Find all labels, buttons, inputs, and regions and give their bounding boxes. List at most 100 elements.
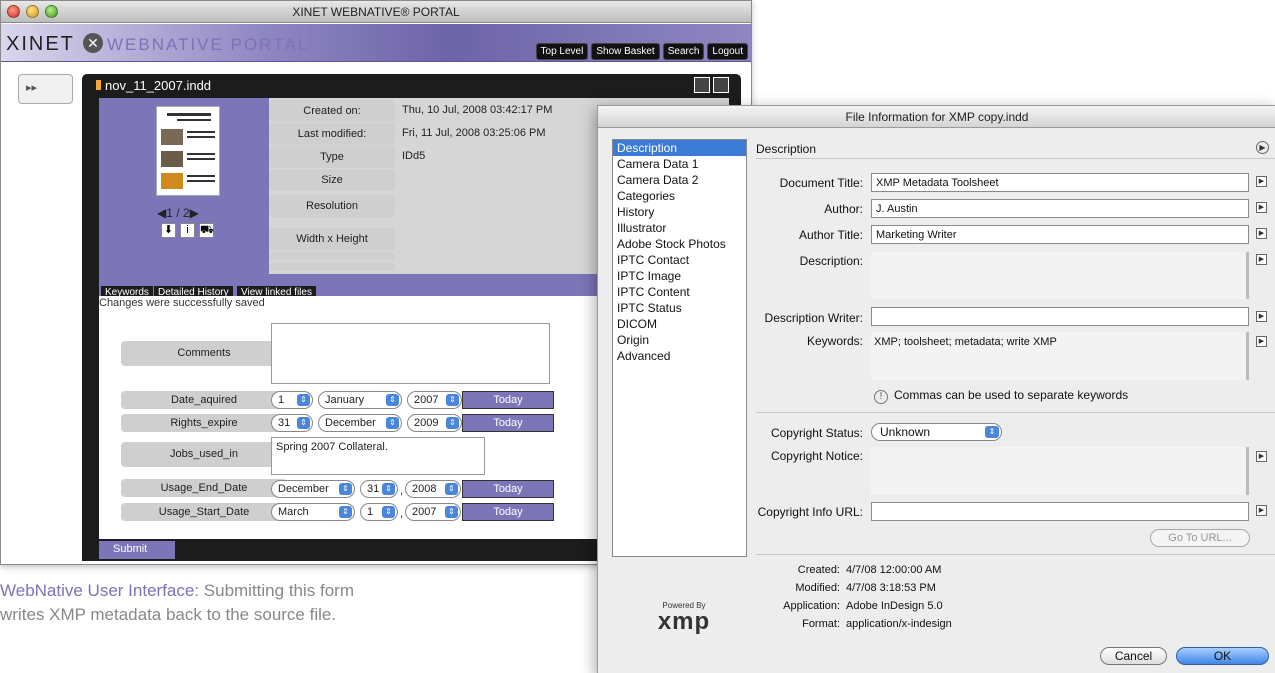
category-item-camera-data-1[interactable]: Camera Data 1 [613, 156, 746, 172]
minimize-window-button[interactable] [26, 5, 39, 18]
zoom-window-button[interactable] [45, 5, 58, 18]
copyright-status-select[interactable]: Unknown ⇕ [871, 423, 1002, 441]
created-label: Created: [797, 564, 840, 576]
date-aquired-month-select[interactable]: January ⇕ [318, 391, 402, 409]
copyright-notice-label: Copyright Notice: [770, 449, 863, 463]
expand-sidebar-button[interactable]: ▸▸ [18, 74, 73, 104]
usage-end-day-select[interactable]: 31 ⇕ [360, 480, 398, 498]
field-menu-icon[interactable]: ▶ [1256, 451, 1267, 462]
author-title-field[interactable]: Marketing Writer [871, 225, 1249, 244]
category-item-description[interactable]: Description [613, 140, 746, 156]
usage-end-year-select[interactable]: 2008 ⇕ [405, 480, 461, 498]
meta-value-type: IDd5 [402, 150, 426, 162]
meta-blank-row [269, 252, 395, 260]
description-textarea[interactable] [871, 252, 1249, 299]
usage-end-month-select[interactable]: December ⇕ [271, 480, 355, 498]
portal-banner: XINET ✕ WEBNATIVE PORTAL Top Level Show … [1, 24, 751, 62]
date-aquired-year-select[interactable]: 2007 ⇕ [407, 391, 462, 409]
author-field[interactable]: J. Austin [871, 199, 1249, 218]
application-value: Adobe InDesign 5.0 [846, 600, 943, 612]
info-icon[interactable]: i [180, 223, 195, 238]
page-indicator[interactable]: ◀1 / 2▶ [157, 206, 199, 220]
submit-button[interactable]: Submit [99, 541, 175, 559]
usage-start-month-select[interactable]: March ⇕ [271, 503, 355, 521]
category-item-iptc-image[interactable]: IPTC Image [613, 268, 746, 284]
category-item-categories[interactable]: Categories [613, 188, 746, 204]
rights-expire-day-select[interactable]: 31 ⇕ [271, 414, 313, 432]
ok-button[interactable]: OK [1176, 647, 1269, 665]
copyright-url-field[interactable] [871, 502, 1249, 521]
go-to-url-button[interactable]: Go To URL... [1150, 529, 1250, 547]
jobs-used-in-textarea[interactable]: Spring 2007 Collateral. [271, 437, 485, 475]
window-titlebar[interactable]: XINET WEBNATIVE® PORTAL [1, 1, 751, 23]
field-menu-icon[interactable]: ▶ [1256, 176, 1267, 187]
chevron-updown-icon: ⇕ [297, 417, 310, 429]
rights-expire-today-button[interactable]: Today [462, 414, 554, 432]
copyright-status-label: Copyright Status: [770, 426, 863, 440]
chevron-updown-icon: ⇕ [386, 394, 399, 406]
usage-start-year-select[interactable]: 2007 ⇕ [405, 503, 461, 521]
rights-expire-year-select[interactable]: 2009 ⇕ [407, 414, 462, 432]
cancel-button[interactable]: Cancel [1100, 647, 1167, 665]
document-title-field[interactable]: XMP Metadata Toolsheet [871, 173, 1249, 192]
brand-logo-text: XINET [6, 33, 75, 55]
keywords-textarea[interactable]: XMP; toolsheet; metadata; write XMP [871, 332, 1249, 380]
category-item-adobe-stock-photos[interactable]: Adobe Stock Photos [613, 236, 746, 252]
created-value: 4/7/08 12:00:00 AM [846, 564, 942, 576]
top-level-button[interactable]: Top Level [535, 43, 589, 60]
chevron-updown-icon: ⇕ [339, 483, 352, 495]
usage-start-day-select[interactable]: 1 ⇕ [360, 503, 398, 521]
category-item-dicom[interactable]: DICOM [613, 316, 746, 332]
status-message: Changes were successfully saved [99, 297, 265, 309]
document-filename: nov_11_2007.indd [105, 78, 212, 93]
file-info-dialog: File Information for XMP copy.indd Descr… [597, 105, 1275, 673]
field-menu-icon[interactable]: ▶ [1256, 202, 1267, 213]
download-icon[interactable]: ⬇ [161, 223, 176, 238]
window-title: XINET WEBNATIVE® PORTAL [292, 5, 460, 19]
field-menu-icon[interactable]: ▶ [1256, 336, 1267, 347]
usage-end-today-button[interactable]: Today [462, 480, 554, 498]
copyright-url-label: Copyright Info URL: [757, 505, 863, 519]
meta-value-created: Thu, 10 Jul, 2008 03:42:17 PM [402, 104, 553, 116]
category-item-iptc-contact[interactable]: IPTC Contact [613, 252, 746, 268]
category-item-iptc-status[interactable]: IPTC Status [613, 300, 746, 316]
divider [756, 412, 1275, 413]
divider [756, 554, 1275, 555]
field-menu-icon[interactable]: ▶ [1256, 311, 1267, 322]
chevron-updown-icon: ⇕ [339, 506, 352, 518]
rights-expire-month-select[interactable]: December ⇕ [318, 414, 402, 432]
search-button[interactable]: Search [662, 43, 705, 60]
show-basket-button[interactable]: Show Basket [591, 43, 660, 60]
copyright-notice-textarea[interactable] [871, 447, 1249, 495]
select-value: Unknown [880, 425, 931, 439]
category-item-iptc-content[interactable]: IPTC Content [613, 284, 746, 300]
dialog-title[interactable]: File Information for XMP copy.indd [598, 106, 1275, 128]
info-panel-icon[interactable] [713, 77, 729, 93]
comments-textarea[interactable] [271, 323, 550, 384]
category-item-advanced[interactable]: Advanced [613, 348, 746, 364]
category-item-origin[interactable]: Origin [613, 332, 746, 348]
date-aquired-day-select[interactable]: 1 ⇕ [271, 391, 313, 409]
date-aquired-today-button[interactable]: Today [462, 391, 554, 409]
section-title: Description [756, 142, 817, 156]
category-item-camera-data-2[interactable]: Camera Data 2 [613, 172, 746, 188]
modified-value: 4/7/08 3:18:53 PM [846, 582, 936, 594]
usage-start-today-button[interactable]: Today [462, 503, 554, 521]
close-window-button[interactable] [7, 5, 20, 18]
chevron-updown-icon: ⇕ [985, 426, 999, 438]
description-writer-field[interactable] [871, 307, 1249, 326]
select-value: 31 [278, 417, 291, 429]
category-item-illustrator[interactable]: Illustrator [613, 220, 746, 236]
select-value: 1 [278, 394, 285, 406]
logout-button[interactable]: Logout [707, 43, 748, 60]
cart-icon[interactable]: ⛟ [199, 223, 214, 238]
field-menu-icon[interactable]: ▶ [1256, 254, 1267, 265]
preview-icon[interactable] [694, 77, 710, 93]
field-menu-icon[interactable]: ▶ [1256, 228, 1267, 239]
category-item-history[interactable]: History [613, 204, 746, 220]
page-thumbnail[interactable] [156, 106, 220, 196]
panel-menu-icon[interactable]: ▶ [1256, 141, 1269, 154]
meta-blank-row [269, 263, 395, 271]
modified-label: Modified: [795, 582, 840, 594]
field-menu-icon[interactable]: ▶ [1256, 505, 1267, 516]
